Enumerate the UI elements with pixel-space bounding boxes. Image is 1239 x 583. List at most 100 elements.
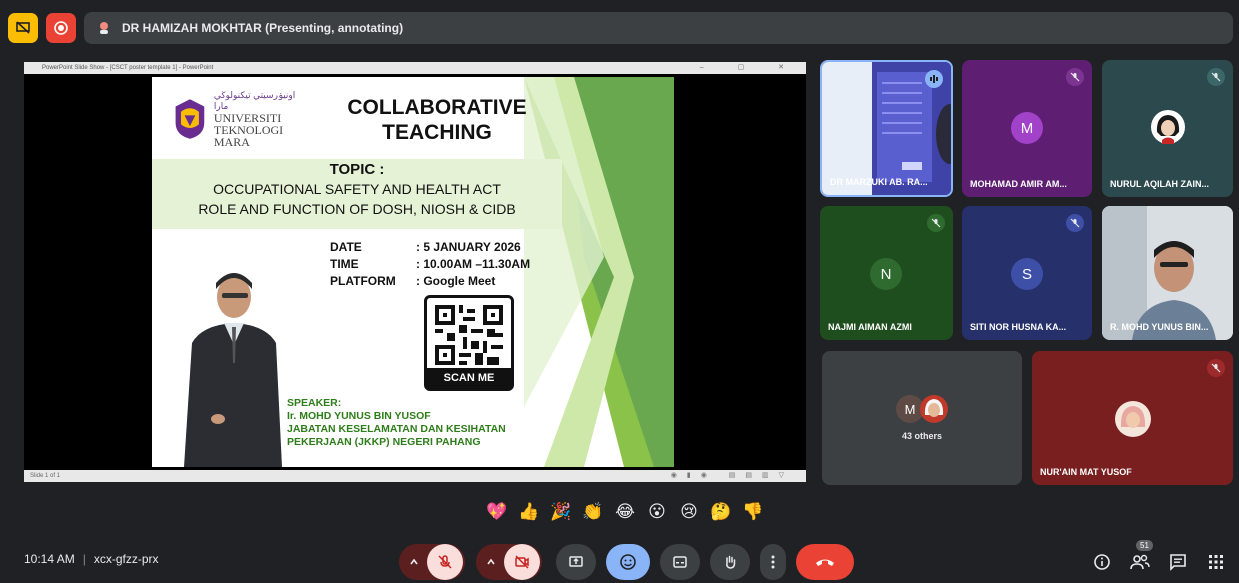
muted-indicator bbox=[1207, 359, 1225, 377]
reactions-button[interactable] bbox=[606, 544, 650, 580]
logo-jawi: اونيۏرسيتي تيكنولوڬي مارا bbox=[213, 90, 296, 111]
stop-presenting-button[interactable] bbox=[8, 13, 38, 43]
participant-name: NURUL AQILAH ZAIN... bbox=[1110, 179, 1209, 189]
slide: اونيۏرسيتي تيكنولوڬي مارا UNIVERSITI TEK… bbox=[152, 77, 674, 467]
meeting-code: xcx-gfzz-prx bbox=[93, 552, 159, 566]
activities-button[interactable] bbox=[1204, 550, 1228, 574]
meeting-info: 10:14 AM | xcx-gfzz-prx bbox=[24, 552, 159, 566]
reaction-heart[interactable]: 💖 bbox=[484, 499, 510, 525]
recording-button[interactable] bbox=[46, 13, 76, 43]
microphone-off-icon bbox=[931, 218, 941, 228]
leave-call-button[interactable] bbox=[796, 544, 854, 580]
participant-name: SITI NOR HUSNA KA... bbox=[970, 322, 1067, 332]
camera-button[interactable] bbox=[504, 544, 540, 580]
more-options-button[interactable] bbox=[760, 544, 786, 580]
reaction-thumbs-down[interactable]: 👎 bbox=[740, 499, 766, 525]
shared-screen: PowerPoint Slide Show - [CSCT poster tem… bbox=[24, 62, 806, 482]
participant-tile[interactable]: NUR'AIN MAT YUSOF bbox=[1032, 351, 1233, 485]
presenter-label: DR HAMIZAH MOKHTAR (Presenting, annotati… bbox=[122, 21, 404, 35]
end-call-icon bbox=[816, 559, 834, 566]
activities-icon bbox=[1209, 555, 1223, 569]
reaction-sad[interactable]: 😢 bbox=[676, 499, 702, 525]
ppt-title-bar: PowerPoint Slide Show - [CSCT poster tem… bbox=[24, 62, 806, 74]
people-button[interactable]: 51 bbox=[1128, 540, 1153, 574]
others-tile[interactable]: M 43 others bbox=[822, 351, 1022, 485]
reaction-clap[interactable]: 👏 bbox=[580, 499, 606, 525]
ppt-status-bar: Slide 1 of 1 ◉▮◉ ▤▤▥▽ bbox=[24, 470, 806, 482]
reaction-thinking[interactable]: 🤔 bbox=[708, 499, 734, 525]
audio-wave-icon bbox=[930, 75, 938, 83]
camera-control bbox=[476, 544, 542, 580]
participant-name: R. MOHD YUNUS BIN... bbox=[1110, 322, 1209, 332]
microphone-off-icon bbox=[1211, 72, 1221, 82]
mic-options-button[interactable] bbox=[401, 557, 427, 567]
logo-line-3: MARA bbox=[213, 135, 250, 149]
participant-name: NAJMI AIMAN AZMI bbox=[828, 322, 912, 332]
speaker-info: SPEAKER: Ir. MOHD YUNUS BIN YUSOF JABATA… bbox=[287, 397, 506, 449]
participant-avatar: M bbox=[1011, 112, 1043, 144]
present-icon bbox=[569, 556, 583, 567]
chat-button[interactable] bbox=[1166, 550, 1190, 574]
muted-indicator bbox=[1066, 68, 1084, 86]
muted-indicator bbox=[927, 214, 945, 232]
speaking-indicator bbox=[925, 70, 943, 88]
chat-icon bbox=[1170, 554, 1186, 571]
hand-raise-icon bbox=[726, 555, 736, 569]
reaction-thumbs-up[interactable]: 👍 bbox=[516, 499, 542, 525]
camera-options-button[interactable] bbox=[478, 557, 504, 567]
participant-name: NUR'AIN MAT YUSOF bbox=[1040, 467, 1132, 477]
participant-tile[interactable]: DR MARZUKI AB. RA... bbox=[820, 60, 953, 197]
captions-button[interactable] bbox=[660, 544, 700, 580]
chevron-up-icon bbox=[410, 558, 418, 565]
raise-hand-button[interactable] bbox=[710, 544, 750, 580]
participant-tile[interactable]: R. MOHD YUNUS BIN... bbox=[1102, 206, 1233, 340]
participant-tile[interactable]: NURUL AQILAH ZAIN... bbox=[1102, 60, 1233, 197]
others-count: 43 others bbox=[901, 431, 943, 441]
speaker-photo bbox=[172, 263, 292, 467]
participant-tile[interactable]: S SITI NOR HUSNA KA... bbox=[962, 206, 1092, 340]
participant-avatar: N bbox=[870, 258, 902, 290]
muted-indicator bbox=[1207, 68, 1225, 86]
bottom-bar: 10:14 AM | xcx-gfzz-prx 51 bbox=[0, 540, 1239, 580]
chevron-up-icon bbox=[487, 558, 495, 565]
time-value: : 10.00AM –11.30AM bbox=[416, 257, 531, 271]
slide-count: Slide 1 of 1 bbox=[30, 473, 61, 479]
participant-tile[interactable]: M MOHAMAD AMIR AM... bbox=[962, 60, 1092, 197]
microphone-off-icon bbox=[1070, 218, 1080, 228]
speaker-name: Ir. MOHD YUNUS BIN YUSOF bbox=[287, 410, 431, 422]
emoji-icon bbox=[620, 554, 636, 570]
annotate-icon bbox=[100, 22, 108, 34]
scan-me-label: SCAN ME bbox=[427, 368, 511, 388]
others-avatar-photo bbox=[920, 395, 948, 423]
microphone-off-icon bbox=[1070, 72, 1080, 82]
meet-window: DR HAMIZAH MOKHTAR (Presenting, annotati… bbox=[0, 0, 1239, 583]
speaker-label: SPEAKER: bbox=[287, 397, 342, 409]
present-button[interactable] bbox=[556, 544, 596, 580]
platform-key: PLATFORM bbox=[330, 274, 396, 288]
meeting-details-button[interactable] bbox=[1090, 550, 1114, 574]
slide-title-line-1: COLLABORATIVE bbox=[347, 96, 527, 119]
ppt-window-title: PowerPoint Slide Show - [CSCT poster tem… bbox=[42, 65, 214, 71]
platform-value: : Google Meet bbox=[416, 274, 496, 288]
slide-title: COLLABORATIVE TEACHING bbox=[312, 95, 562, 145]
qr-pattern-icon bbox=[435, 305, 503, 365]
microphone-off-icon bbox=[1211, 363, 1221, 373]
qr-code: SCAN ME bbox=[424, 295, 514, 391]
reaction-surprised[interactable]: 😮 bbox=[644, 499, 670, 525]
reaction-party[interactable]: 🎉 bbox=[548, 499, 574, 525]
slide-title-line-2: TEACHING bbox=[382, 121, 492, 144]
clock: 10:14 AM bbox=[24, 552, 75, 566]
reaction-laugh[interactable]: 😂 bbox=[612, 499, 638, 525]
event-info: DATE: 5 JANUARY 2026 TIME: 10.00AM –11.3… bbox=[330, 239, 530, 290]
microphone-button[interactable] bbox=[427, 544, 463, 580]
speaker-org-line-1: JABATAN KESELAMATAN DAN KESIHATAN bbox=[287, 423, 506, 435]
reactions-bar: 💖 👍 🎉 👏 😂 😮 😢 🤔 👎 bbox=[478, 494, 772, 530]
participant-video bbox=[1102, 206, 1233, 340]
topic-line-1: OCCUPATIONAL SAFETY AND HEALTH ACT bbox=[213, 181, 501, 197]
microphone-control bbox=[399, 544, 465, 580]
participant-tile[interactable]: N NAJMI AIMAN AZMI bbox=[820, 206, 953, 340]
window-controls: – ▢ ✕ bbox=[699, 64, 800, 71]
participant-name: MOHAMAD AMIR AM... bbox=[970, 179, 1067, 189]
uitm-logo: اونيۏرسيتي تيكنولوڬي مارا UNIVERSITI TEK… bbox=[172, 89, 302, 149]
ppt-view-controls: ◉▮◉ ▤▤▥▽ bbox=[670, 472, 794, 479]
